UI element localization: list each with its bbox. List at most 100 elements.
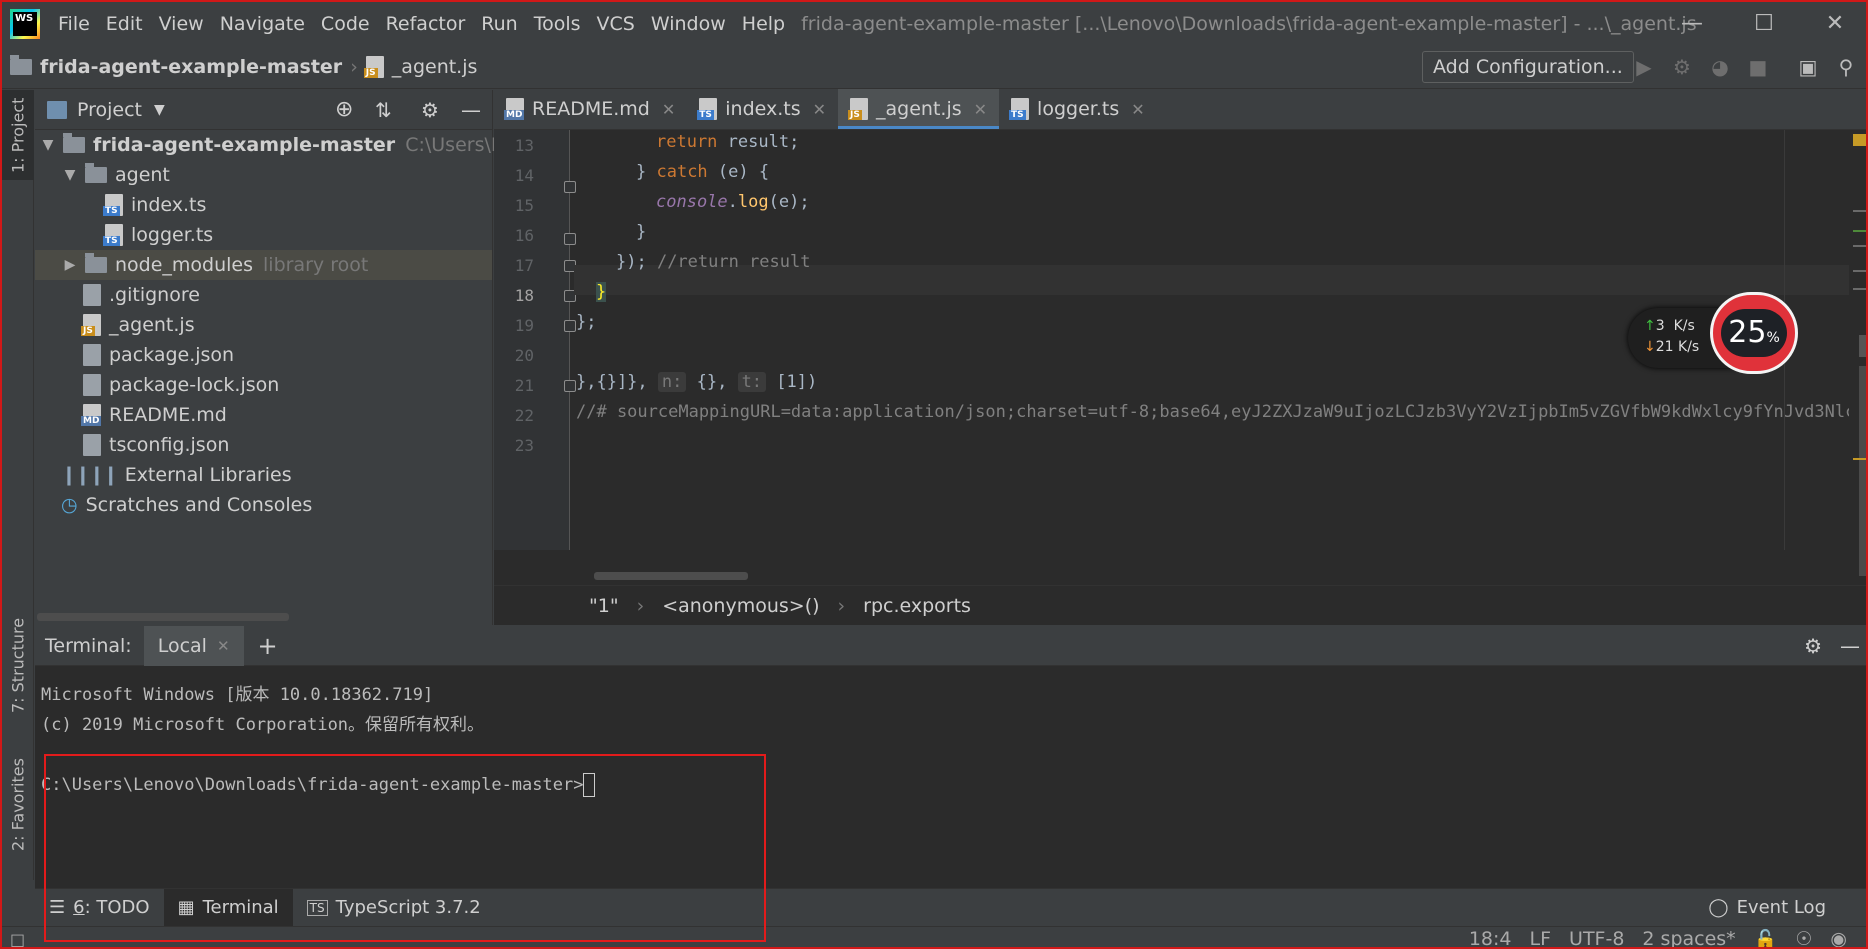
- coverage-icon[interactable]: ◕: [1708, 55, 1732, 79]
- stripe-marker[interactable]: [1853, 245, 1866, 247]
- expanded-arrow-icon[interactable]: ▼: [61, 167, 79, 183]
- indent-setting[interactable]: 2 spaces*: [1633, 928, 1744, 947]
- collapse-all-icon[interactable]: ⇅: [375, 98, 392, 122]
- menu-edit[interactable]: Edit: [98, 13, 151, 35]
- breadcrumb-file[interactable]: JS _agent.js: [358, 55, 486, 78]
- inlay-hint: t:: [737, 372, 767, 392]
- chevron-down-icon[interactable]: ▼: [154, 102, 165, 118]
- chevron-right-icon: ›: [636, 594, 645, 617]
- tree-item-readme-md[interactable]: MD README.md: [35, 400, 492, 430]
- terminal-tab-local[interactable]: Local ✕: [143, 625, 244, 666]
- memory-icon[interactable]: ◉: [1821, 928, 1856, 947]
- project-view-selector[interactable]: Project: [77, 99, 142, 121]
- expanded-arrow-icon[interactable]: ▼: [39, 137, 57, 153]
- tool-tab-terminal[interactable]: ▦ Terminal: [163, 888, 293, 927]
- scroll-thumb[interactable]: [1859, 335, 1866, 357]
- tree-item-tsconfig-json[interactable]: tsconfig.json: [35, 430, 492, 460]
- hide-panel-icon[interactable]: —: [461, 98, 481, 122]
- tree-item-gitignore[interactable]: .gitignore: [35, 280, 492, 310]
- terminal-output[interactable]: Microsoft Windows [版本 10.0.18362.719] (c)…: [35, 666, 1866, 814]
- tool-windows-icon[interactable]: □: [10, 930, 25, 948]
- stripe-marker[interactable]: [1853, 270, 1866, 272]
- gear-icon[interactable]: ⚙: [1804, 634, 1822, 658]
- stop-icon[interactable]: ■: [1746, 55, 1770, 79]
- tool-tab-project[interactable]: 1: Project: [2, 90, 34, 180]
- tree-item-package-lock-json[interactable]: package-lock.json: [35, 370, 492, 400]
- close-tab-icon[interactable]: ✕: [662, 100, 675, 119]
- menu-tools[interactable]: Tools: [526, 13, 589, 35]
- horizontal-scrollbar[interactable]: [37, 613, 289, 621]
- menu-run[interactable]: Run: [473, 13, 525, 35]
- event-log-button[interactable]: ◯ Event Log: [1694, 889, 1840, 927]
- file-encoding[interactable]: UTF-8: [1560, 928, 1633, 947]
- tree-item-logger-ts[interactable]: TS logger.ts: [35, 220, 492, 250]
- tree-item-agent-js[interactable]: JS _agent.js: [35, 310, 492, 340]
- gear-icon[interactable]: ⚙: [421, 98, 439, 122]
- menu-view[interactable]: View: [151, 13, 212, 35]
- tree-item-scratches[interactable]: ◷ Scratches and Consoles: [35, 490, 492, 520]
- code-line-13: return result;: [656, 132, 800, 152]
- menu-file[interactable]: File: [50, 13, 98, 35]
- lock-icon[interactable]: 🔓: [1745, 928, 1787, 948]
- gitignore-file-icon: [83, 284, 101, 306]
- project-structure-icon[interactable]: ▣: [1796, 55, 1820, 79]
- menu-navigate[interactable]: Navigate: [212, 13, 313, 35]
- run-icon[interactable]: ▶: [1632, 55, 1656, 79]
- close-tab-icon[interactable]: ✕: [813, 100, 826, 119]
- menu-vcs[interactable]: VCS: [589, 13, 643, 35]
- line-number: 18: [514, 286, 534, 305]
- network-monitor-widget[interactable]: ↑3 K/s ↓21 K/s 25%: [1628, 292, 1798, 374]
- menu-refactor[interactable]: Refactor: [378, 13, 474, 35]
- caret-position[interactable]: 18:4: [1460, 928, 1521, 947]
- menu-help[interactable]: Help: [734, 13, 793, 35]
- close-tab-icon[interactable]: ✕: [217, 637, 230, 655]
- vertical-scrollbar[interactable]: [1859, 366, 1866, 576]
- cpu-percent: 25: [1728, 315, 1767, 350]
- js-file-icon: JS: [81, 314, 101, 336]
- search-everywhere-icon[interactable]: ⚲: [1834, 55, 1858, 79]
- close-tab-icon[interactable]: ✕: [1131, 100, 1144, 119]
- breadcrumb-project[interactable]: frida-agent-example-master: [2, 54, 350, 78]
- tool-tab-favorites[interactable]: 2: Favorites: [2, 750, 34, 860]
- hide-panel-icon[interactable]: —: [1840, 634, 1860, 658]
- maximize-icon[interactable]: ☐: [1729, 2, 1799, 45]
- crumb[interactable]: <anonymous>(): [662, 595, 819, 617]
- tab-readme-md[interactable]: MD README.md ✕: [494, 89, 687, 129]
- tool-tab-typescript[interactable]: TS TypeScript 3.7.2: [293, 889, 495, 927]
- webstorm-logo-icon[interactable]: WS: [10, 8, 40, 39]
- error-stripe[interactable]: [1849, 130, 1866, 576]
- tool-tab-todo[interactable]: ☰ 6: TODO: [35, 889, 164, 927]
- horizontal-scrollbar[interactable]: [594, 572, 748, 580]
- tool-tab-structure[interactable]: 7: Structure: [2, 610, 34, 720]
- crumb[interactable]: "1": [589, 595, 619, 617]
- tree-item-external-libraries[interactable]: ❙❙❙❙ External Libraries: [35, 460, 492, 490]
- stripe-marker[interactable]: [1853, 288, 1866, 290]
- minimize-icon[interactable]: —: [1657, 2, 1727, 45]
- tree-item-agent[interactable]: ▼ agent: [35, 160, 492, 190]
- locate-icon[interactable]: ⊕: [335, 97, 353, 122]
- stripe-marker[interactable]: [1853, 230, 1866, 232]
- stripe-marker[interactable]: [1853, 210, 1866, 212]
- tab-agent-js[interactable]: JS _agent.js ✕: [838, 89, 1000, 129]
- crumb[interactable]: rpc.exports: [863, 595, 971, 617]
- debug-icon[interactable]: ⚙: [1670, 55, 1694, 79]
- tree-item-package-json[interactable]: package.json: [35, 340, 492, 370]
- close-icon[interactable]: ✕: [1800, 2, 1866, 45]
- code-breadcrumbs: "1" › <anonymous>() › rpc.exports: [494, 585, 1866, 625]
- close-tab-icon[interactable]: ✕: [974, 100, 987, 119]
- tab-index-ts[interactable]: TS index.ts ✕: [687, 89, 838, 129]
- collapsed-arrow-icon[interactable]: ▶: [61, 257, 79, 273]
- menu-code[interactable]: Code: [313, 13, 378, 35]
- line-separator[interactable]: LF: [1521, 928, 1561, 947]
- inspector-icon[interactable]: ☉: [1786, 928, 1821, 947]
- tree-item-node-modules[interactable]: ▶ node_modules library root: [35, 250, 492, 280]
- new-terminal-icon[interactable]: +: [244, 632, 292, 660]
- tree-item-index-ts[interactable]: TS index.ts: [35, 190, 492, 220]
- menu-window[interactable]: Window: [643, 13, 734, 35]
- folder-icon: [63, 133, 85, 153]
- tree-root[interactable]: ▼ frida-agent-example-master C:\Users\Le…: [35, 130, 559, 160]
- tab-logger-ts[interactable]: TS logger.ts ✕: [999, 89, 1157, 129]
- add-configuration-button[interactable]: Add Configuration...: [1422, 51, 1634, 83]
- warning-marker[interactable]: [1853, 134, 1866, 146]
- warning-marker[interactable]: [1853, 458, 1866, 460]
